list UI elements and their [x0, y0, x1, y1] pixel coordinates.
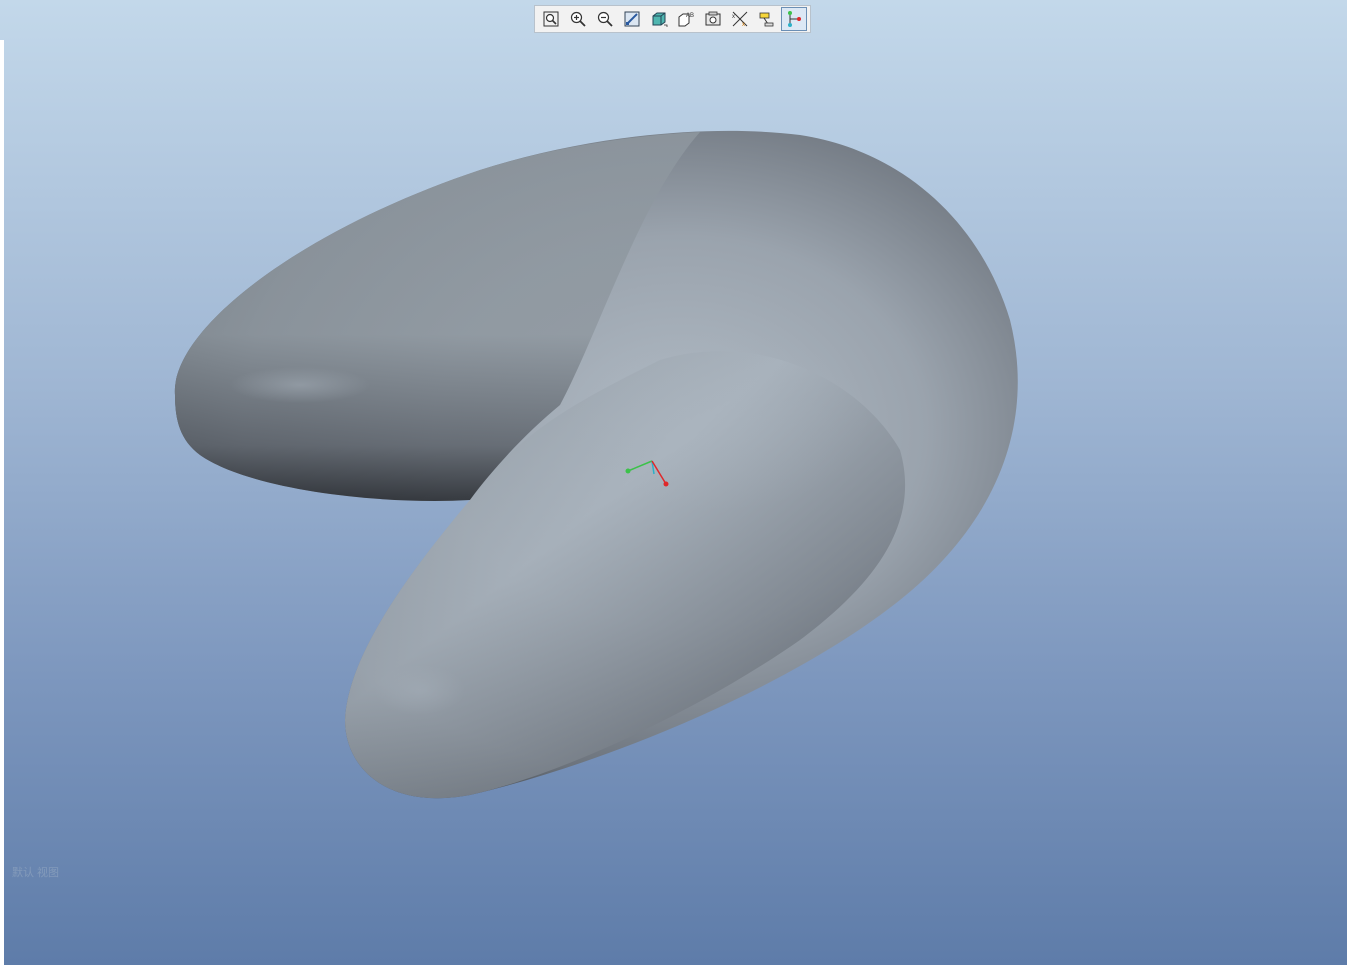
zoom-out-button[interactable] [592, 7, 618, 31]
spin-center-button[interactable] [781, 7, 807, 31]
view-name-label: 默认 视图 [12, 867, 60, 879]
svg-text:AB: AB [686, 13, 694, 19]
datum-display-button[interactable]: x x [727, 7, 753, 31]
spin-center-icon [788, 11, 801, 27]
annotation-display-icon [759, 12, 774, 27]
refit-button[interactable] [538, 7, 564, 31]
repaint-icon [624, 11, 640, 27]
saved-views-icon: AB [678, 13, 694, 27]
display-style-button[interactable] [646, 7, 672, 31]
repaint-button[interactable] [619, 7, 645, 31]
shaded-cube-icon [652, 12, 668, 27]
tip-highlight-lower [375, 665, 465, 715]
view-manager-icon [705, 11, 721, 26]
saved-views-button[interactable]: AB [673, 7, 699, 31]
center-highlight [570, 330, 870, 510]
view-manager-button[interactable] [700, 7, 726, 31]
tip-highlight-upper [230, 367, 370, 403]
graphics-toolbar: AB x x [534, 5, 811, 33]
zoom-fit-icon [543, 11, 559, 27]
zoom-in-button[interactable] [565, 7, 591, 31]
shaded-3d-model[interactable] [0, 0, 1349, 965]
zoom-out-icon [597, 11, 613, 27]
graphics-viewport[interactable]: AB x x 默认 视图 [0, 0, 1349, 965]
datum-display-icon: x x [732, 11, 748, 28]
svg-text:x: x [732, 14, 735, 20]
svg-text:x: x [742, 22, 745, 28]
zoom-in-icon [570, 11, 586, 27]
annotation-display-button[interactable] [754, 7, 780, 31]
